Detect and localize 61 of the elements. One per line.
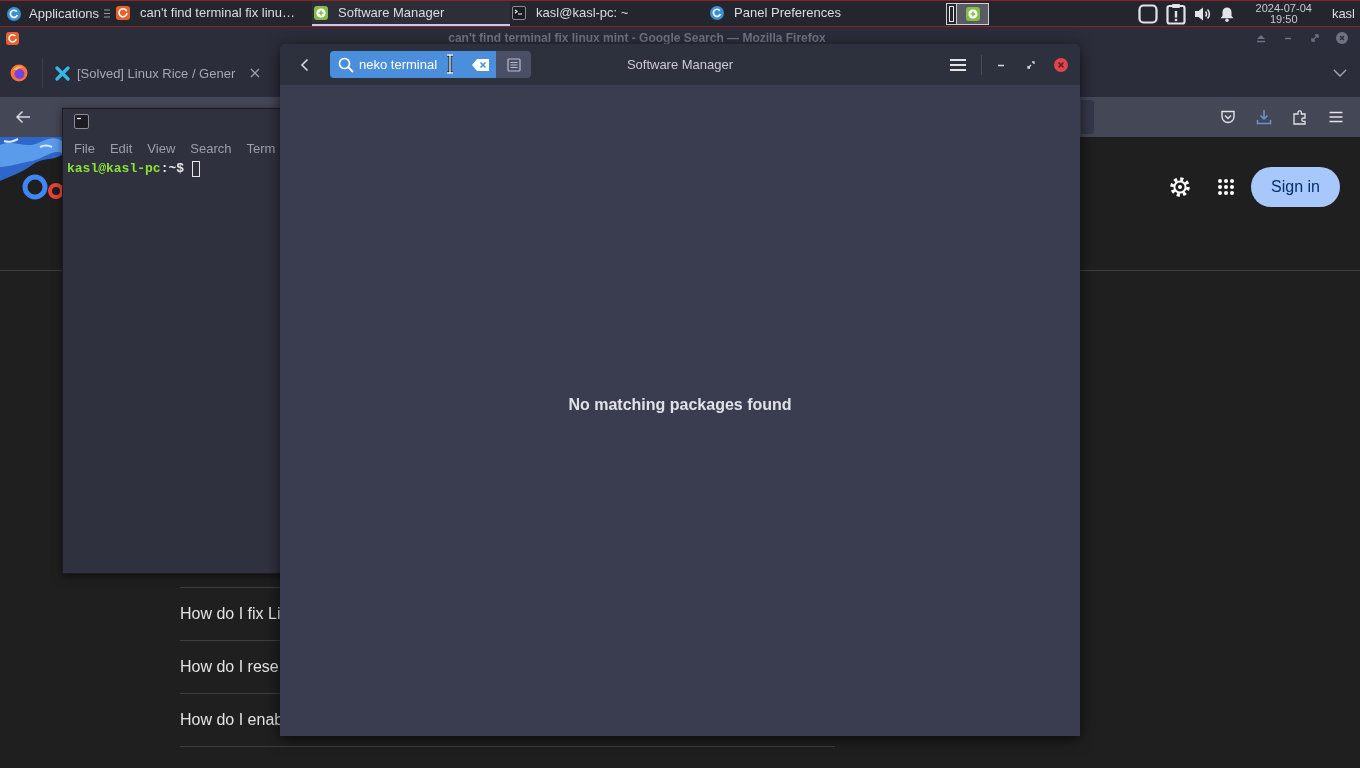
menu-item[interactable]: View [147,140,176,156]
favicon-icon [55,65,70,81]
list-view-button[interactable] [496,51,531,78]
browser-logo-icon [6,31,19,45]
menu-icon[interactable] [1328,109,1344,125]
taskbar-button[interactable]: Panel Preferences [708,1,907,26]
app-icon [116,5,131,20]
browser-tab[interactable]: [Solved] Linux Rice / Gener [53,55,269,91]
menu-icon[interactable] [949,57,967,72]
download-icon[interactable] [1256,109,1272,125]
terminal-prompt: kasl@kasl-pc:~$ [67,160,185,178]
chevron-down-icon[interactable] [1333,69,1347,77]
close-icon[interactable] [250,68,261,78]
app-icon [965,6,980,21]
text-cursor-icon [445,54,455,74]
cursor-icon [192,160,201,177]
app-icon [710,5,725,20]
settings-icon[interactable] [1170,177,1191,197]
search-icon [338,56,354,73]
bell-icon[interactable] [1219,5,1234,22]
taskbar-button[interactable]: can't find terminal fix linu… [114,1,313,26]
window-title: Software Manager [626,57,734,72]
question-text[interactable]: How do I fix Li [180,605,281,623]
menu-item[interactable]: Search [190,140,232,156]
window-icon[interactable] [1137,3,1158,24]
close-icon[interactable] [1054,57,1068,72]
empty-state-message: No matching packages found [568,395,792,414]
close-icon[interactable] [1336,32,1348,44]
back-icon[interactable] [15,110,31,124]
user-name[interactable]: kasl [1331,6,1355,21]
maximize-icon[interactable] [1309,32,1321,44]
eject-icon[interactable] [1255,32,1267,44]
volume-icon[interactable] [1193,5,1212,22]
workspace-button[interactable] [947,3,957,24]
menu-logo-icon [7,6,21,21]
applications-menu[interactable]: Applications [0,1,100,26]
browser-logo-icon[interactable] [10,64,28,82]
window-title: can't find terminal fix linux mint - Google Search — Mozilla Firefox [447,31,827,45]
clock-date[interactable]: 2024-07-04 [1255,2,1312,14]
pocket-icon[interactable] [1220,109,1236,125]
terminal-icon [74,114,89,129]
sign-in-button[interactable]: Sign in [1251,167,1340,207]
clock-time[interactable]: 19:50 [1269,13,1298,25]
app-icon [314,5,329,20]
question-text[interactable]: How do I rese [180,658,279,676]
taskbar-button[interactable]: Software Manager [312,1,511,26]
menu-item[interactable]: Edit [109,140,133,156]
restore-icon[interactable] [1026,59,1036,70]
apps-grid-icon[interactable] [1217,178,1236,196]
handle-icon[interactable] [104,9,111,18]
address-field[interactable] [1081,100,1094,134]
window-thumbnail [949,5,955,22]
menu-item[interactable]: Term [246,140,276,156]
clipboard-icon[interactable] [1165,2,1186,25]
workspace-button[interactable] [956,3,989,24]
menu-item[interactable]: File [74,140,95,156]
clear-icon[interactable] [472,58,489,71]
taskbar-button[interactable]: kasl@kasl-pc: ~ [510,1,709,26]
puzzle-icon[interactable] [1292,109,1308,125]
terminal-icon [512,5,527,20]
list-icon [506,57,521,72]
